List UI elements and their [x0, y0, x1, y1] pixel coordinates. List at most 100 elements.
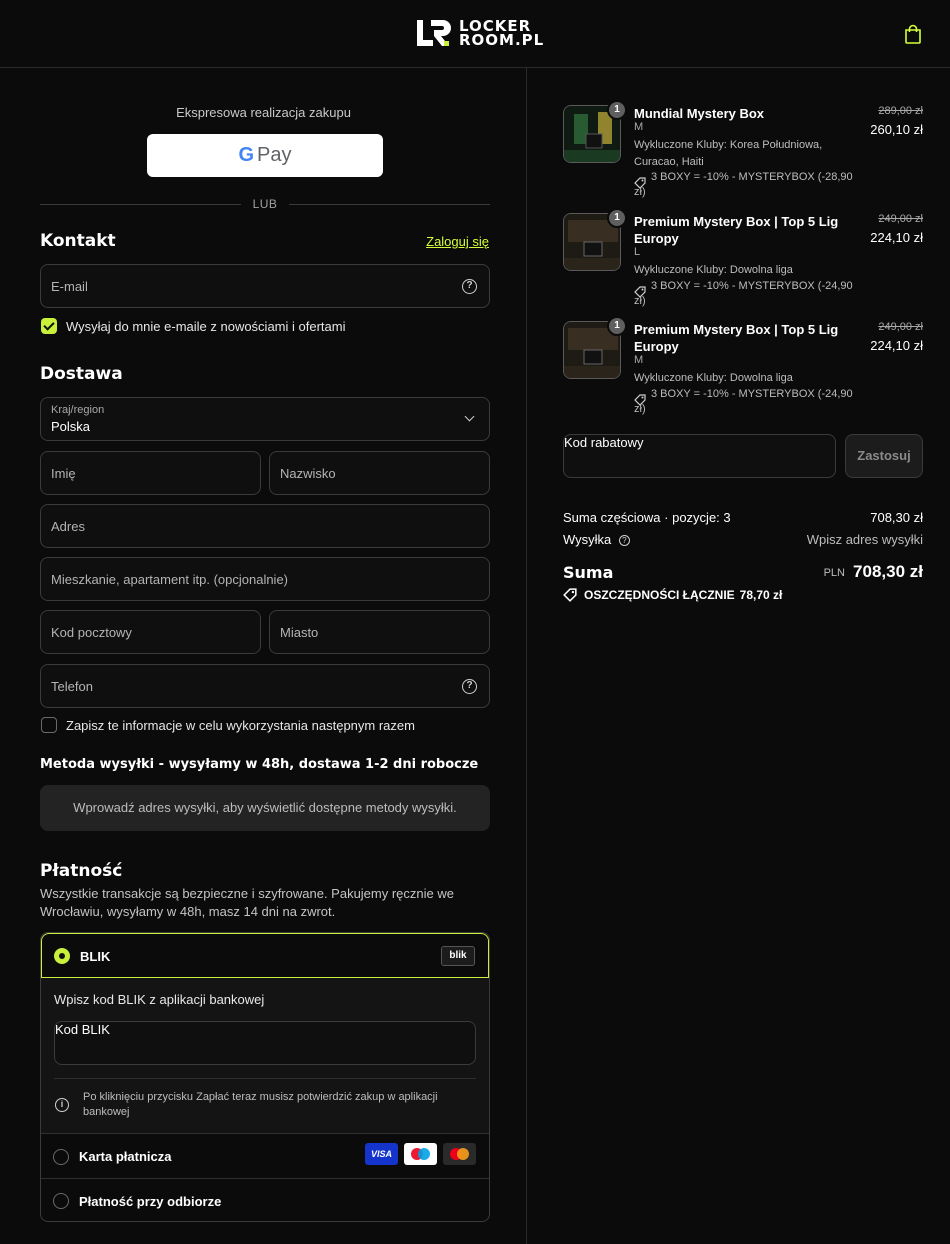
city-field[interactable]: Miasto: [269, 610, 490, 654]
card-label: Karta płatnicza: [79, 1149, 172, 1164]
first-name-field[interactable]: Imię: [40, 451, 261, 495]
item-price-old: 289,00 zł: [878, 105, 923, 117]
checkout-form-column: Ekspresowa realizacja zakupu G Pay LUB K…: [0, 68, 527, 1244]
cod-label: Płatność przy odbiorze: [79, 1194, 222, 1209]
item-price-old: 249,00 zł: [878, 321, 923, 333]
card-radio[interactable]: [53, 1149, 69, 1165]
country-value: Polska: [51, 419, 91, 434]
blik-logo-icon: blik: [441, 946, 475, 966]
tag-icon: [563, 588, 577, 602]
savings-label: OSZCZĘDNOŚCI ŁĄCZNIE: [584, 588, 735, 602]
shopping-bag-icon[interactable]: [904, 24, 922, 44]
apartment-field[interactable]: Mieszkanie, apartament itp. (opcjonalnie…: [40, 557, 490, 601]
item-discount: 3 BOXY = -10% - MYSTERYBOX (-24,90 zł): [634, 388, 853, 415]
blik-code-placeholder: Kod BLIK: [55, 1022, 110, 1037]
gpay-label: Pay: [257, 144, 292, 166]
google-pay-button[interactable]: G Pay: [147, 134, 383, 177]
item-excluded-clubs: Wykluczone Kluby: Korea Południowa, Cura…: [634, 139, 823, 168]
address-placeholder: Adres: [51, 519, 85, 534]
item-name: Premium Mystery Box | Top 5 Lig Europy: [634, 214, 839, 246]
quantity-badge: 1: [607, 208, 627, 228]
blik-radio[interactable]: [54, 948, 70, 964]
save-info-label: Zapisz te informacje w celu wykorzystani…: [66, 717, 415, 733]
email-field[interactable]: E-mail ?: [40, 264, 490, 308]
or-label: LUB: [252, 197, 278, 211]
logo-mark-icon: [417, 20, 451, 46]
site-header: LOCKER ROOM.PL: [0, 0, 950, 68]
phone-placeholder: Telefon: [51, 679, 93, 694]
apply-discount-button[interactable]: Zastosuj: [845, 434, 923, 478]
blik-details: Wpisz kod BLIK z aplikacji bankowej Kod …: [41, 978, 489, 1133]
help-icon[interactable]: ?: [462, 279, 477, 294]
delivery-title: Dostawa: [40, 364, 123, 384]
newsletter-label: Wysyłaj do mnie e-maile z nowościami i o…: [66, 318, 346, 334]
maestro-icon: [404, 1143, 437, 1165]
divider: [54, 1078, 476, 1079]
blik-label: BLIK: [80, 949, 111, 964]
blik-info-text: Po kliknięciu przycisku Zapłać teraz mus…: [83, 1091, 438, 1118]
country-label: Kraj/region: [51, 404, 105, 416]
subtotal-value: 708,30 zł: [870, 510, 923, 525]
quantity-badge: 1: [607, 100, 627, 120]
item-price-old: 249,00 zł: [878, 213, 923, 225]
item-discount: 3 BOXY = -10% - MYSTERYBOX (-28,90 zł): [634, 171, 853, 198]
card-logos: VISA: [365, 1143, 476, 1165]
email-placeholder: E-mail: [51, 279, 88, 294]
shipping-notice: Wprowadź adres wysyłki, aby wyświetlić d…: [40, 785, 490, 831]
payment-title: Płatność: [40, 861, 123, 881]
blik-code-field[interactable]: Kod BLIK: [54, 1021, 476, 1065]
item-price-new: 224,10 zł: [870, 338, 923, 353]
payment-subtitle: Wszystkie transakcje są bezpieczne i szy…: [40, 886, 454, 919]
help-icon[interactable]: ?: [462, 679, 477, 694]
savings-value: 78,70 zł: [739, 588, 783, 602]
info-icon: i: [55, 1098, 69, 1112]
blik-instruction: Wpisz kod BLIK z aplikacji bankowej: [54, 992, 265, 1007]
store-logo[interactable]: LOCKER ROOM.PL: [415, 17, 544, 49]
phone-field[interactable]: Telefon ?: [40, 664, 490, 708]
shipping-label: Wysyłka: [563, 532, 612, 547]
city-placeholder: Miasto: [280, 625, 319, 640]
item-price-new: 224,10 zł: [870, 230, 923, 245]
first-name-placeholder: Imię: [51, 466, 76, 481]
logo-line2: ROOM.PL: [459, 31, 545, 49]
chevron-down-icon: [464, 411, 475, 422]
last-name-placeholder: Nazwisko: [280, 466, 336, 481]
item-name: Premium Mystery Box | Top 5 Lig Europy: [634, 322, 839, 354]
save-info-checkbox[interactable]: [41, 717, 57, 733]
express-checkout-title: Ekspresowa realizacja zakupu: [176, 105, 351, 120]
google-g-icon: G: [238, 144, 255, 166]
quantity-badge: 1: [607, 316, 627, 336]
item-discount: 3 BOXY = -10% - MYSTERYBOX (-24,90 zł): [634, 280, 853, 307]
postal-code-field[interactable]: Kod pocztowy: [40, 610, 261, 654]
newsletter-checkbox-row[interactable]: Wysyłaj do mnie e-maile z nowościami i o…: [41, 318, 345, 334]
or-divider: LUB: [40, 196, 490, 212]
cart-item: 1 Premium Mystery Box | Top 5 Lig Europy…: [563, 316, 923, 416]
payment-option-cod[interactable]: Płatność przy odbiorze: [41, 1179, 489, 1221]
total-savings: OSZCZĘDNOŚCI ŁĄCZNIE 78,70 zł: [563, 588, 782, 602]
contact-title: Kontakt: [40, 231, 116, 251]
save-info-checkbox-row[interactable]: Zapisz te informacje w celu wykorzystani…: [41, 717, 415, 733]
shipping-method-title: Metoda wysyłki - wysyłamy w 48h, dostawa…: [40, 757, 479, 772]
address-field[interactable]: Adres: [40, 504, 490, 548]
subtotal-row: Suma częściowa · pozycje: 3 708,30 zł: [563, 510, 923, 525]
visa-icon: VISA: [365, 1143, 398, 1165]
item-variant: M: [634, 354, 644, 366]
item-excluded-clubs: Wykluczone Kluby: Dowolna liga: [634, 372, 793, 384]
newsletter-checkbox[interactable]: [41, 318, 57, 334]
total-label: Suma: [563, 563, 614, 582]
total-value: 708,30 zł: [853, 562, 923, 581]
shipping-value: Wpisz adres wysyłki: [806, 532, 923, 547]
discount-code-field[interactable]: Kod rabatowy: [563, 434, 836, 478]
cod-radio[interactable]: [53, 1193, 69, 1209]
payment-option-blik[interactable]: BLIK blik: [41, 933, 489, 978]
login-link[interactable]: Zaloguj się: [426, 234, 489, 249]
item-excluded-clubs: Wykluczone Kluby: Dowolna liga: [634, 264, 793, 276]
apartment-placeholder: Mieszkanie, apartament itp. (opcjonalnie…: [51, 572, 289, 587]
country-select[interactable]: Kraj/region Polska: [40, 397, 490, 441]
help-icon[interactable]: ?: [618, 535, 630, 546]
item-price-new: 260,10 zł: [870, 122, 923, 137]
item-variant: L: [634, 246, 641, 258]
postal-code-placeholder: Kod pocztowy: [51, 625, 132, 640]
item-variant: M: [634, 121, 644, 133]
last-name-field[interactable]: Nazwisko: [269, 451, 490, 495]
